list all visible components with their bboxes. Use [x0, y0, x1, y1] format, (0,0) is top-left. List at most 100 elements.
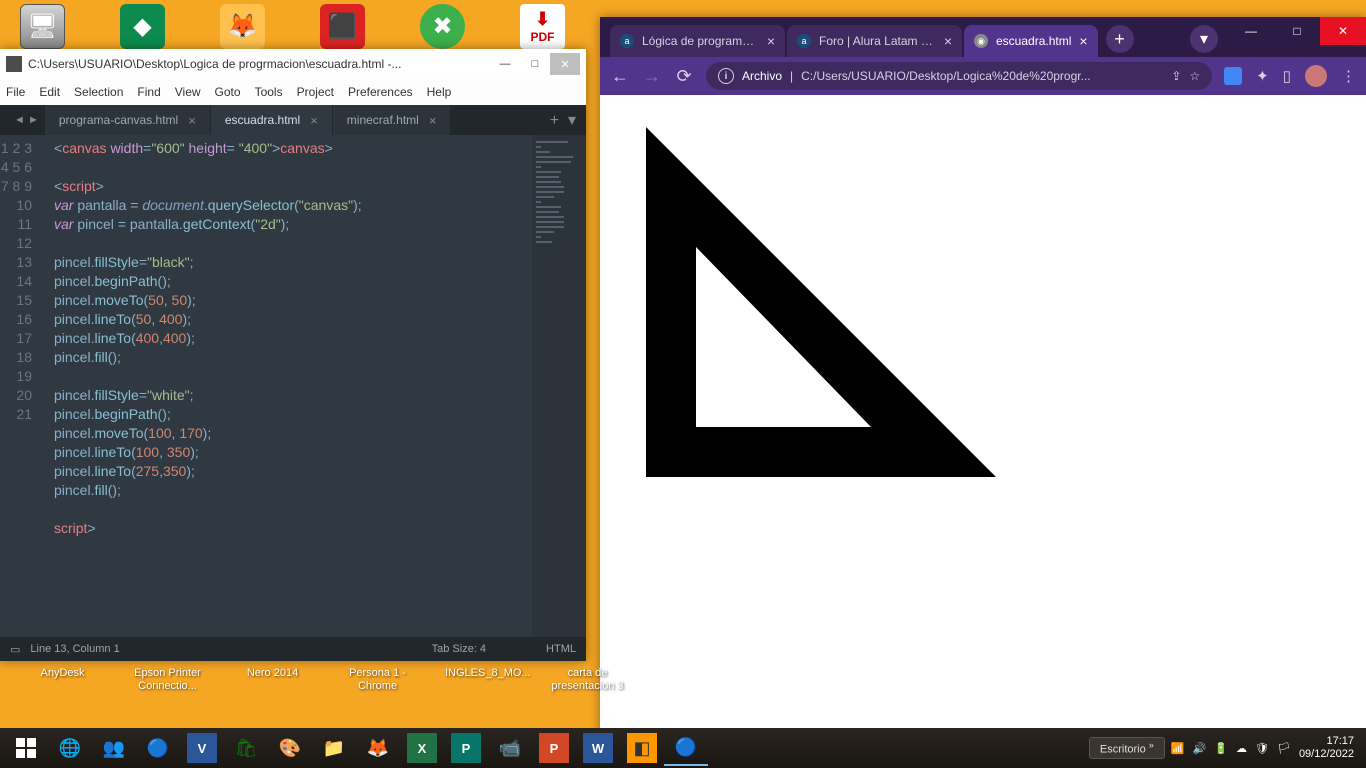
menu-preferences[interactable]: Preferences — [348, 85, 413, 99]
close-tab-icon[interactable]: × — [429, 113, 437, 128]
browser-tab-foro[interactable]: aForo | Alura Latam - Cu× — [787, 25, 962, 57]
browser-minimize[interactable]: — — [1228, 17, 1274, 45]
ext-collections-icon[interactable]: ▯ — [1283, 67, 1291, 85]
site-info-icon[interactable]: i — [718, 68, 734, 84]
reload-button[interactable]: ⟳ — [674, 66, 694, 87]
desktop-label[interactable]: Nero 2014 — [235, 667, 310, 693]
taskbar-photos[interactable]: 🎨 — [268, 730, 312, 766]
taskbar-clock[interactable]: 17:17 09/12/2022 — [1299, 735, 1354, 761]
chrome-extensions: ✦ ▯ ⋮ — [1224, 65, 1356, 87]
close-tab-icon[interactable]: × — [767, 33, 775, 49]
close-button[interactable]: ✕ — [550, 53, 580, 75]
tray-wifi-icon[interactable]: 📶 — [1171, 742, 1185, 755]
desktop-label[interactable]: INGLES_8_MO... — [445, 667, 520, 693]
profile-avatar[interactable] — [1305, 65, 1327, 87]
taskbar-publisher[interactable]: P — [451, 733, 481, 763]
desktop-icons-row: 🖥 ◆ 🦊 ⬛ ✖ ⬇PDF — [20, 4, 565, 49]
sublime-window: C:\Users\USUARIO\Desktop\Logica de progr… — [0, 49, 586, 661]
status-lang[interactable]: HTML — [546, 643, 576, 655]
forward-button[interactable]: → — [642, 66, 662, 87]
taskbar-sublime[interactable]: ◧ — [627, 733, 657, 763]
ext-puzzle-icon[interactable]: ✦ — [1256, 67, 1269, 85]
desktop-icon-free[interactable]: ◆ — [120, 4, 165, 49]
sublime-titlebar[interactable]: C:\Users\USUARIO\Desktop\Logica de progr… — [0, 49, 586, 79]
menu-find[interactable]: Find — [137, 85, 160, 99]
menu-selection[interactable]: Selection — [74, 85, 123, 99]
minimap[interactable] — [532, 135, 586, 637]
taskbar-chrome-active[interactable]: 🔵 — [664, 730, 708, 766]
tab-minecraf[interactable]: minecraf.html× — [333, 105, 452, 135]
url-scheme: Archivo — [742, 69, 782, 83]
tray-shield-icon[interactable]: 🛡 — [1255, 742, 1269, 755]
desktop-icon-pdf[interactable]: ⬇PDF — [520, 4, 565, 49]
menu-view[interactable]: View — [175, 85, 201, 99]
tray-battery-icon[interactable]: 🔋 — [1214, 742, 1228, 755]
desktop-icon-tools[interactable]: ✖ — [420, 4, 465, 49]
sublime-tabbar: ◄ ► programa-canvas.html× escuadra.html×… — [0, 105, 586, 135]
close-tab-icon[interactable]: × — [188, 113, 196, 128]
browser-tab-logica[interactable]: aLógica de programació× — [610, 25, 785, 57]
status-line-col[interactable]: Line 13, Column 1 — [30, 643, 119, 655]
menu-file[interactable]: File — [6, 85, 25, 99]
new-tab-button[interactable]: + — [1106, 25, 1134, 53]
taskbar-store[interactable]: 🛍 — [224, 730, 268, 766]
desktop-label[interactable]: Epson Printer Connectio... — [130, 667, 205, 693]
tab-search-button[interactable]: ▾ — [1190, 25, 1218, 53]
menu-help[interactable]: Help — [427, 85, 452, 99]
desktop-label[interactable]: carta de presentacion 3 — [550, 667, 625, 693]
address-bar[interactable]: i Archivo | C:/Users/USUARIO/Desktop/Log… — [706, 62, 1212, 90]
maximize-button[interactable]: □ — [520, 53, 550, 75]
browser-tab-escuadra[interactable]: ◉escuadra.html× — [964, 25, 1098, 57]
taskbar-explorer[interactable]: 📁 — [312, 730, 356, 766]
menu-project[interactable]: Project — [297, 85, 334, 99]
back-button[interactable]: ← — [610, 66, 630, 87]
tray-flag-icon[interactable]: 🏳 — [1277, 742, 1291, 755]
taskbar-word[interactable]: W — [583, 733, 613, 763]
taskbar-powerpoint[interactable]: P — [539, 733, 569, 763]
browser-maximize[interactable]: □ — [1274, 17, 1320, 45]
editor-area[interactable]: 1 2 3 4 5 6 7 8 9 10 11 12 13 14 15 16 1… — [0, 135, 586, 637]
desktop-icon-app[interactable]: ⬛ — [320, 4, 365, 49]
desktop-icon-thispc[interactable]: 🖥 — [20, 4, 65, 49]
chrome-window: aLógica de programació× aForo | Alura La… — [600, 17, 1366, 755]
sublime-menubar: File Edit Selection Find View Goto Tools… — [0, 79, 586, 105]
close-tab-icon[interactable]: × — [310, 113, 318, 128]
bookmark-icon[interactable]: ☆ — [1189, 69, 1200, 83]
status-tabsize[interactable]: Tab Size: 4 — [432, 643, 486, 655]
tab-programa-canvas[interactable]: programa-canvas.html× — [45, 105, 211, 135]
close-tab-icon[interactable]: × — [1079, 33, 1087, 49]
taskbar-excel[interactable]: X — [407, 733, 437, 763]
share-icon[interactable]: ⇪ — [1171, 69, 1181, 83]
line-gutter: 1 2 3 4 5 6 7 8 9 10 11 12 13 14 15 16 1… — [0, 135, 44, 637]
browser-close[interactable]: ✕ — [1320, 17, 1366, 45]
taskbar-visio[interactable]: V — [187, 733, 217, 763]
canvas-output — [646, 127, 1046, 527]
menu-dots-icon[interactable]: ⋮ — [1341, 67, 1356, 85]
favicon-alura: a — [620, 34, 634, 48]
desktop-label[interactable]: AnyDesk — [25, 667, 100, 693]
chrome-toolbar: ← → ⟳ i Archivo | C:/Users/USUARIO/Deskt… — [600, 57, 1366, 95]
desktop-label[interactable]: Persona 1 - Chrome — [340, 667, 415, 693]
taskbar-firefox[interactable]: 🦊 — [356, 730, 400, 766]
start-button[interactable] — [4, 730, 48, 766]
taskbar-zoom[interactable]: 📹 — [488, 730, 532, 766]
show-desktop-button[interactable]: Escritorio » — [1089, 737, 1165, 759]
code-content[interactable]: <canvas width="600" height= "400">canvas… — [44, 135, 586, 637]
system-tray[interactable]: 📶 🔊 🔋 ☁ 🛡 🏳 17:17 09/12/2022 — [1171, 735, 1362, 761]
favicon-file: ◉ — [974, 34, 988, 48]
desktop-icon-firefox[interactable]: 🦊 — [220, 4, 265, 49]
tab-escuadra[interactable]: escuadra.html× — [211, 105, 333, 135]
taskbar-chrome[interactable]: 🔵 — [136, 730, 180, 766]
new-tab-button[interactable]: + ▾ — [540, 105, 586, 135]
close-tab-icon[interactable]: × — [944, 33, 952, 49]
tray-sound-icon[interactable]: 🔊 — [1193, 742, 1207, 755]
taskbar-teams[interactable]: 👥 — [92, 730, 136, 766]
ext-translate-icon[interactable] — [1224, 67, 1242, 85]
menu-tools[interactable]: Tools — [255, 85, 283, 99]
menu-goto[interactable]: Goto — [215, 85, 241, 99]
tab-scroll-arrows[interactable]: ◄ ► — [8, 105, 45, 135]
taskbar-ie[interactable]: 🌐 — [48, 730, 92, 766]
menu-edit[interactable]: Edit — [39, 85, 60, 99]
tray-onedrive-icon[interactable]: ☁ — [1236, 742, 1247, 755]
minimize-button[interactable]: — — [490, 53, 520, 75]
